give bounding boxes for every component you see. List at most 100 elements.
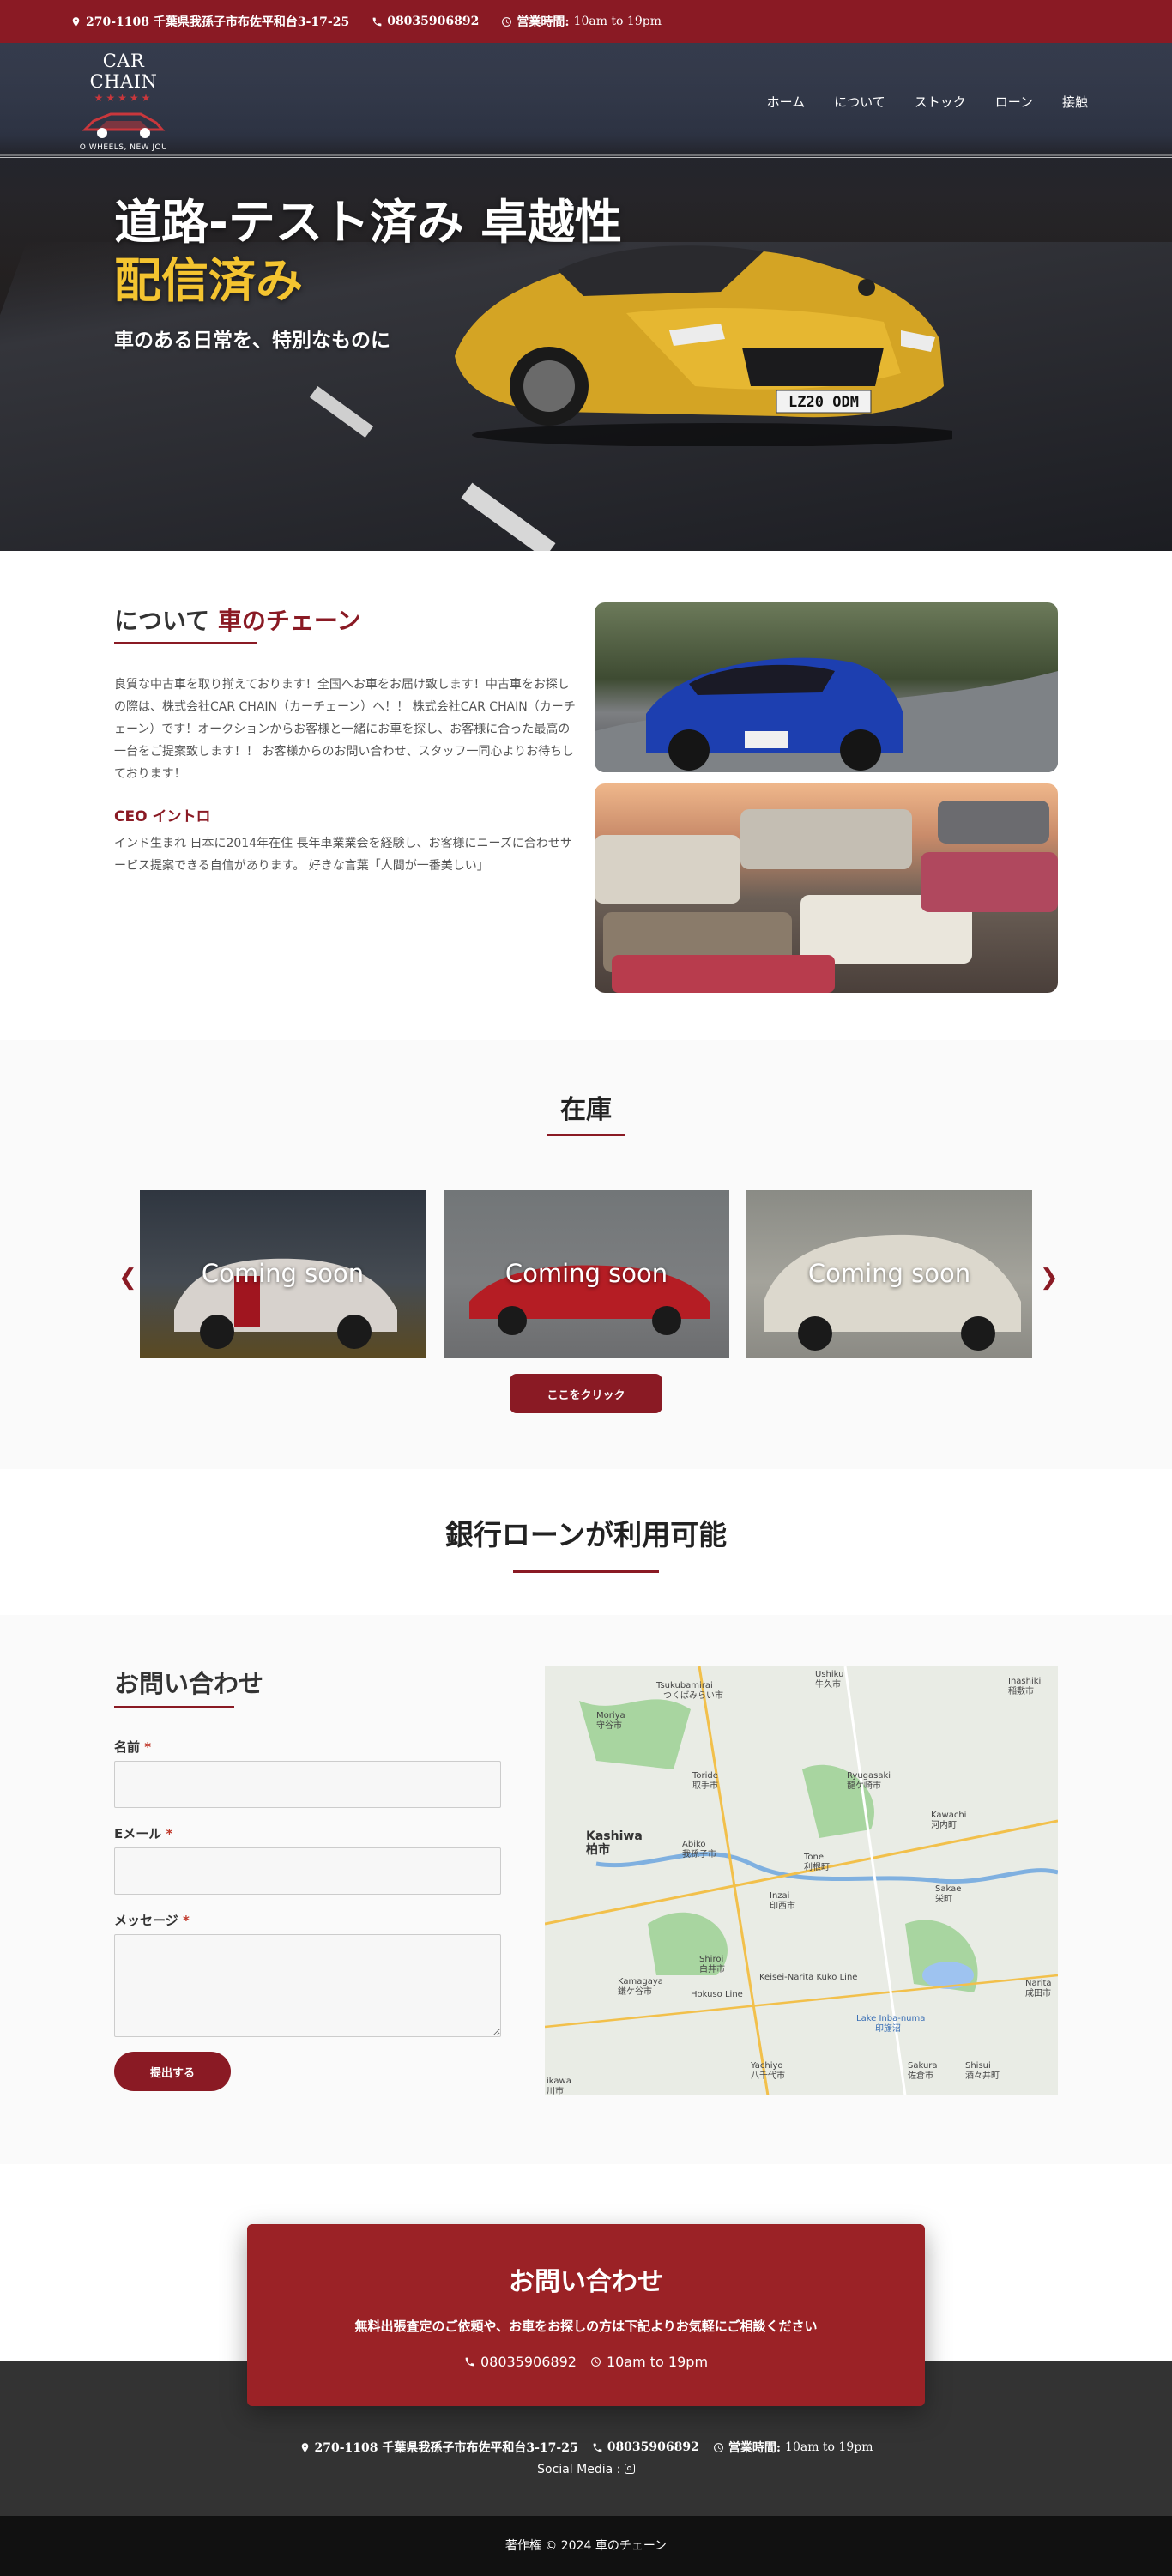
location-map[interactable]: Tsukubamirai つくばみらい市 Moriya 守谷市 Toride 取…	[545, 1666, 1058, 2095]
map-label: 鎌ケ谷市	[618, 1986, 652, 1997]
map-label: Yachiyo	[750, 2061, 783, 2071]
map-label: Abiko	[682, 1840, 706, 1849]
footer-phone[interactable]: 08035906892	[592, 2439, 699, 2456]
nav-about[interactable]: について	[834, 93, 885, 111]
map-label: Shisui	[965, 2061, 991, 2071]
name-label: 名前 *	[114, 1738, 151, 1756]
logo-title: CAR CHAIN	[89, 51, 158, 92]
topbar-hours-label: 営業時間:	[517, 15, 570, 29]
instagram-icon[interactable]	[624, 2464, 635, 2474]
cta-subtitle: 無料出張査定のご依頼や、お車をお探しの方は下記よりお気軽にご相談ください	[354, 2319, 818, 2334]
submit-button[interactable]: 提出する	[114, 2052, 231, 2091]
map-label: 印旛沼	[875, 2023, 901, 2034]
social-media-label: Social Media :	[537, 2463, 621, 2476]
map-label: ikawa	[547, 2077, 571, 2086]
map-label: Sakura	[908, 2061, 938, 2071]
map-label: 河内町	[931, 1819, 957, 1830]
about-title: について 車のチェーン	[114, 602, 577, 637]
map-label: Moriya	[596, 1711, 625, 1720]
map-label: 白井市	[699, 1963, 725, 1974]
stock-card[interactable]: Coming soon	[140, 1190, 426, 1358]
phone-icon	[465, 2357, 474, 2367]
cta-contact-line: 08035906892 10am to 19pm	[247, 2354, 925, 2370]
map-label: 栄町	[935, 1894, 952, 1904]
copyright-text: 著作権 © 2024 車のチェーン	[504, 2539, 668, 2553]
map-label: Toride	[692, 1771, 718, 1781]
nav-stock[interactable]: ストック	[915, 93, 966, 111]
loan-title-underline	[513, 1570, 659, 1573]
map-label: Kawachi	[931, 1811, 966, 1820]
map-label: 柏市	[586, 1842, 610, 1857]
carousel-next-icon[interactable]: ❯	[1040, 1265, 1059, 1291]
about-paragraph: 良質な中古車を取り揃えております！全国へお車をお届け致します！中古車をお探しの際…	[114, 678, 576, 781]
map-label: つくばみらい市	[663, 1690, 723, 1701]
about-blue-car-image	[595, 602, 1058, 772]
carousel-prev-icon[interactable]: ❮	[118, 1265, 137, 1291]
map-label: 川市	[547, 2085, 564, 2095]
cta-hours: 10am to 19pm	[590, 2354, 708, 2370]
map-label: 守谷市	[596, 1720, 622, 1731]
contact-section: お問い合わせ 名前 * Eメール * メッセージ * 提出する Tsukubam…	[0, 1615, 1172, 2164]
footer-phone-text[interactable]: 08035906892	[607, 2440, 699, 2454]
map-label: 八千代市	[751, 2070, 785, 2081]
stock-card[interactable]: Coming soon	[746, 1190, 1032, 1358]
stock-click-button[interactable]: ここをクリック	[510, 1374, 662, 1413]
about-scrapyard-image	[595, 783, 1058, 993]
nav-home[interactable]: ホーム	[767, 93, 806, 111]
message-label-text: メッセージ	[114, 1913, 178, 1928]
email-field[interactable]	[114, 1847, 501, 1895]
license-plate: LZ20 ODM	[788, 394, 859, 411]
name-field[interactable]	[114, 1761, 501, 1808]
map-label: 取手市	[692, 1780, 718, 1791]
contact-title: お問い合わせ	[114, 1669, 264, 1698]
stock-title: 在庫	[560, 1095, 612, 1125]
hero-text: 道路-テスト済み 卓越性 配信済み 車のある日常を、特別なものに	[114, 193, 622, 353]
loan-section: 銀行ローンが利用可能	[0, 1469, 1172, 1615]
map-label: Lake Inba-numa	[856, 2014, 925, 2023]
clock-icon	[502, 16, 512, 27]
phone-item[interactable]: 08035906892	[372, 15, 479, 28]
social-media: Social Media :	[0, 2463, 1172, 2476]
footer-hours-value: 10am to 19pm	[785, 2440, 873, 2454]
brand-logo[interactable]: CAR CHAIN ★★★★★ O WHEELS, NEW JOU	[70, 48, 177, 152]
map-label: 佐倉市	[908, 2070, 933, 2081]
loan-title: 銀行ローンが利用可能	[444, 1518, 728, 1551]
copyright-bar: 著作権 © 2024 車のチェーン	[0, 2516, 1172, 2576]
cta-title: お問い合わせ	[509, 2267, 663, 2297]
hero-title-line1: 道路-テスト済み 卓越性	[114, 195, 622, 250]
map-label: Sakae	[935, 1884, 961, 1894]
clock-icon	[591, 2357, 601, 2367]
logo-car-icon	[82, 112, 166, 138]
email-label-text: Eメール	[114, 1826, 162, 1841]
name-label-text: 名前	[114, 1739, 141, 1755]
nav-loan[interactable]: ローン	[995, 93, 1033, 111]
location-pin-icon	[72, 16, 80, 27]
main-nav: ホーム について ストック ローン 接触	[767, 93, 1088, 111]
phone-icon	[372, 17, 382, 26]
about-title-plain: について	[114, 607, 210, 635]
phone-icon	[593, 2443, 602, 2452]
ceo-heading: CEO イントロ	[114, 808, 211, 825]
map-label: Kashiwa	[586, 1829, 643, 1843]
stock-title-underline	[547, 1134, 625, 1136]
map-label: Kamagaya	[618, 1977, 663, 1986]
cta-phone[interactable]: 08035906892	[464, 2354, 577, 2370]
map-label: 酒々井町	[965, 2070, 1000, 2081]
nav-contact[interactable]: 接触	[1062, 93, 1088, 111]
top-info-bar: 270-1108 千葉県我孫子市布佐平和台3-17-25 08035906892…	[0, 0, 1172, 43]
map-label: 稲敷市	[1008, 1685, 1034, 1696]
address-item: 270-1108 千葉県我孫子市布佐平和台3-17-25	[70, 13, 349, 30]
logo-stars: ★★★★★	[94, 92, 154, 104]
stock-card[interactable]: Coming soon	[444, 1190, 729, 1358]
message-field[interactable]	[114, 1934, 501, 2037]
topbar-phone[interactable]: 08035906892	[387, 15, 479, 28]
clock-icon	[713, 2442, 723, 2452]
stock-section: 在庫 ❮ Coming soon Coming soon Coming soon…	[0, 1040, 1172, 1469]
map-label: Ushiku	[815, 1670, 843, 1679]
location-pin-icon	[301, 2442, 308, 2452]
cta-phone-text[interactable]: 08035906892	[480, 2354, 577, 2370]
about-text-column: について 車のチェーン 良質な中古車を取り揃えております！全国へお車をお届け致し…	[114, 602, 577, 877]
footer-address-text: 270-1108 千葉県我孫子市布佐平和台3-17-25	[314, 2441, 578, 2455]
about-title-accent: 車のチェーン	[217, 607, 361, 635]
map-label: Inzai	[770, 1891, 789, 1901]
